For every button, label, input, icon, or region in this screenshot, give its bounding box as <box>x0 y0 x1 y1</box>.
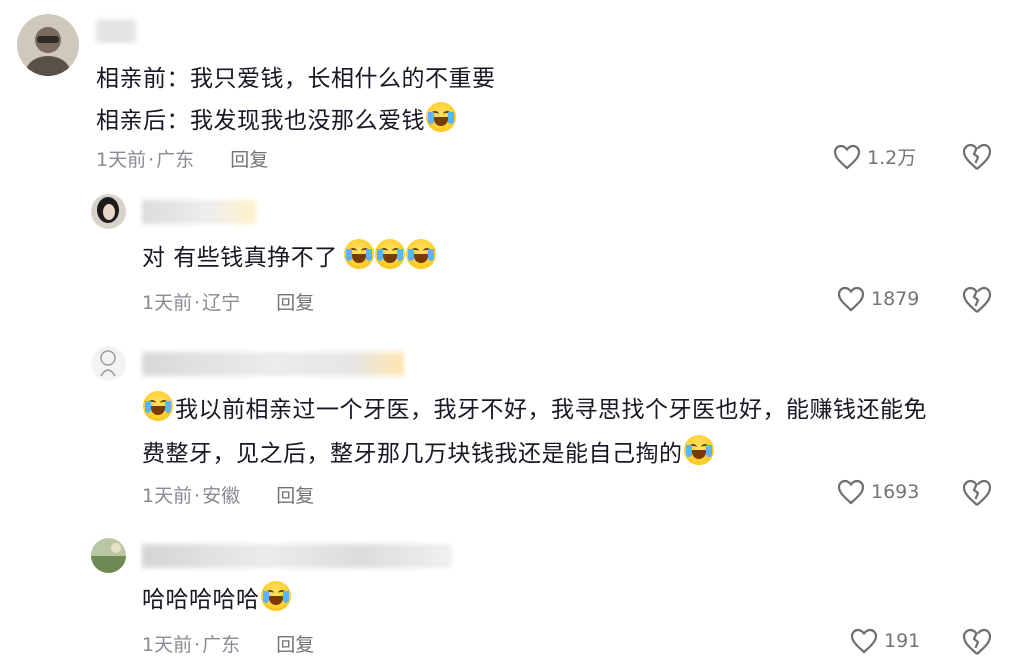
like-count: 1.2万 <box>867 147 917 169</box>
laughing-crying-emoji-icon <box>260 581 291 611</box>
like-button[interactable]: 1693 <box>837 479 919 505</box>
timestamp: 1天前 <box>142 634 193 656</box>
heart-icon <box>837 286 865 312</box>
dislike-broken-heart-icon[interactable] <box>962 143 992 171</box>
comment-text: 哈哈哈哈哈 <box>142 580 291 620</box>
laughing-crying-emoji-icon <box>683 435 714 465</box>
timestamp: 1天前 <box>142 485 193 507</box>
dislike-broken-heart-icon[interactable] <box>962 286 992 314</box>
reply-button[interactable]: 回复 <box>276 292 314 314</box>
comment-line: 对 有些钱真挣不了 <box>142 238 436 278</box>
avatar[interactable] <box>91 346 126 381</box>
like-button[interactable]: 191 <box>850 628 920 654</box>
heart-icon <box>850 628 878 654</box>
comment-text: 相亲前：我只爱钱，长相什么的不重要 相亲后：我发现我也没那么爱钱 <box>96 58 496 142</box>
comment-meta: 1天前 · 安徽 回复 <box>142 485 315 507</box>
reply-item: 哈哈哈哈哈 1天前 · 广东 回复 191 <box>0 530 1011 666</box>
avatar[interactable] <box>91 194 126 229</box>
username-blurred[interactable] <box>142 352 404 376</box>
reply-button[interactable]: 回复 <box>230 149 268 171</box>
laughing-crying-emoji-icon <box>426 102 456 132</box>
location: 广东 <box>202 634 241 656</box>
comment-line: 相亲后：我发现我也没那么爱钱 <box>96 100 496 142</box>
comment-line: 哈哈哈哈哈 <box>142 580 291 620</box>
like-count: 191 <box>884 630 921 652</box>
username-blurred[interactable] <box>96 19 136 43</box>
location: 安徽 <box>202 485 241 507</box>
timestamp: 1天前 <box>142 292 193 314</box>
reply-item: 我以前相亲过一个牙医，我牙不好，我寻思找个牙医也好，能赚钱还能免 费整牙，见之后… <box>0 330 1011 530</box>
location: 辽宁 <box>202 292 241 314</box>
heart-icon <box>833 144 861 169</box>
reply-item: 对 有些钱真挣不了 1天前 · 辽宁 回复 1879 <box>0 190 1011 330</box>
like-count: 1879 <box>871 288 920 310</box>
username-blurred[interactable] <box>142 200 256 224</box>
comment-meta: 1天前 · 广东 回复 <box>142 634 315 656</box>
comment-line: 费整牙，见之后，整牙那几万块钱我还是能自己掏的 <box>142 432 927 476</box>
reply-button[interactable]: 回复 <box>276 634 314 656</box>
location: 广东 <box>156 149 195 171</box>
username-blurred[interactable] <box>142 544 452 568</box>
dislike-broken-heart-icon[interactable] <box>962 479 992 507</box>
dislike-broken-heart-icon[interactable] <box>962 628 992 656</box>
comment-meta: 1天前 · 广东 回复 <box>96 149 269 171</box>
laughing-crying-emoji-icon <box>343 239 374 269</box>
reply-button[interactable]: 回复 <box>276 485 314 507</box>
comment-line: 我以前相亲过一个牙医，我牙不好，我寻思找个牙医也好，能赚钱还能免 <box>142 388 927 432</box>
comment-text: 我以前相亲过一个牙医，我牙不好，我寻思找个牙医也好，能赚钱还能免 费整牙，见之后… <box>142 388 927 476</box>
like-count: 1693 <box>871 481 920 503</box>
laughing-crying-emoji-icon <box>405 239 436 269</box>
laughing-crying-emoji-icon <box>374 239 405 269</box>
comment-line: 相亲前：我只爱钱，长相什么的不重要 <box>96 66 496 92</box>
heart-icon <box>837 479 865 505</box>
like-button[interactable]: 1879 <box>837 286 919 312</box>
comment-item: 相亲前：我只爱钱，长相什么的不重要 相亲后：我发现我也没那么爱钱 1天前 · 广东 … <box>0 0 1011 190</box>
avatar[interactable] <box>17 14 79 76</box>
like-button[interactable]: 1.2万 <box>833 143 916 170</box>
avatar[interactable] <box>91 538 126 573</box>
comment-text: 对 有些钱真挣不了 <box>142 238 436 278</box>
timestamp: 1天前 <box>96 149 147 171</box>
laughing-crying-emoji-icon <box>143 391 173 421</box>
comment-meta: 1天前 · 辽宁 回复 <box>142 292 315 314</box>
